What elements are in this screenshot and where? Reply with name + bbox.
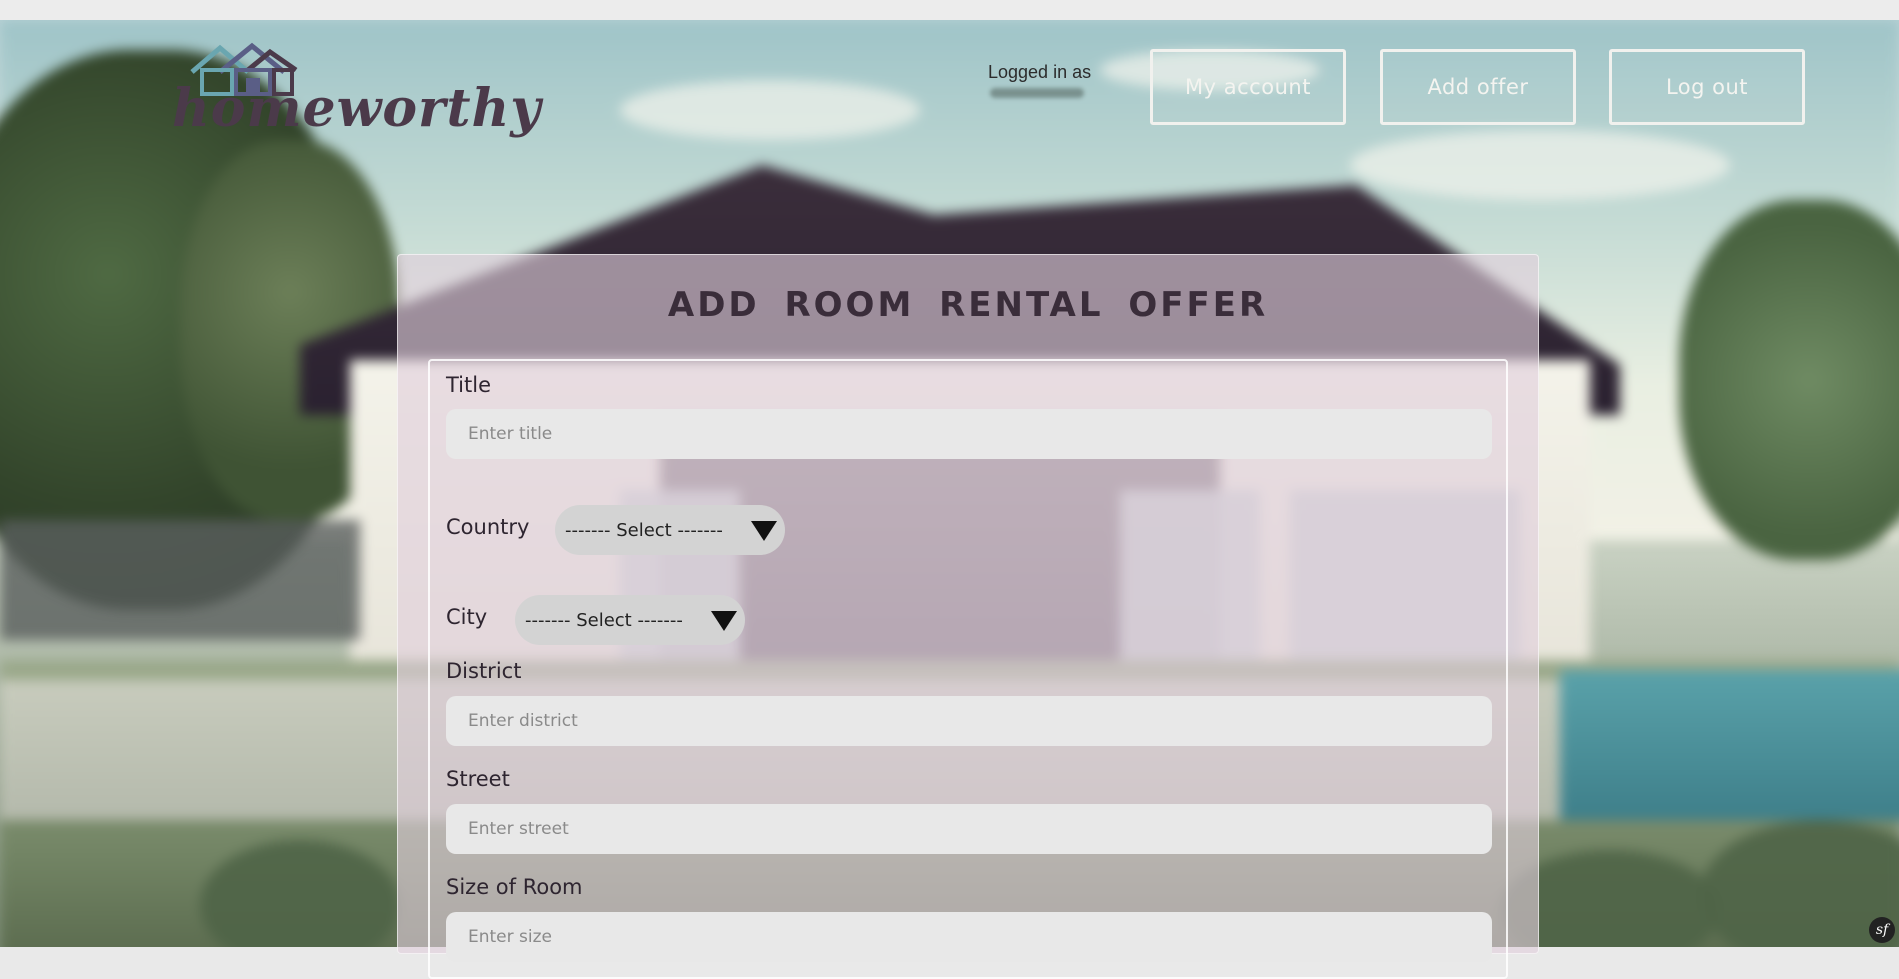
form-fieldset: Title Country ------- Select ------- Cit…	[428, 359, 1508, 979]
district-label: District	[446, 659, 522, 683]
city-label: City	[446, 605, 488, 629]
add-offer-panel: ADD ROOM RENTAL OFFER Title Country ----…	[397, 254, 1539, 979]
redacted-username	[990, 88, 1084, 98]
symfony-toolbar-icon[interactable]: sf	[1869, 917, 1895, 943]
my-account-button[interactable]: My account	[1150, 49, 1346, 125]
add-offer-button[interactable]: Add offer	[1380, 49, 1576, 125]
logged-in-label: Logged in as	[988, 62, 1092, 82]
brand-name: homeworthy	[172, 78, 542, 139]
city-select-value: ------- Select -------	[525, 609, 683, 631]
chevron-down-icon	[751, 521, 777, 541]
country-label: Country	[446, 515, 530, 539]
brand-logo[interactable]: homeworthy	[170, 38, 540, 139]
size-label: Size of Room	[446, 875, 583, 899]
form-title: ADD ROOM RENTAL OFFER	[667, 285, 1269, 325]
street-label: Street	[446, 767, 510, 791]
top-strip	[0, 0, 1899, 20]
country-select[interactable]: ------- Select -------	[555, 505, 785, 555]
size-input[interactable]	[446, 912, 1492, 962]
city-select[interactable]: ------- Select -------	[515, 595, 745, 645]
chevron-down-icon	[711, 611, 737, 631]
title-input[interactable]	[446, 409, 1492, 459]
district-input[interactable]	[446, 696, 1492, 746]
street-input[interactable]	[446, 804, 1492, 854]
log-out-button[interactable]: Log out	[1609, 49, 1805, 125]
title-label: Title	[446, 373, 492, 397]
country-select-value: ------- Select -------	[565, 519, 723, 541]
